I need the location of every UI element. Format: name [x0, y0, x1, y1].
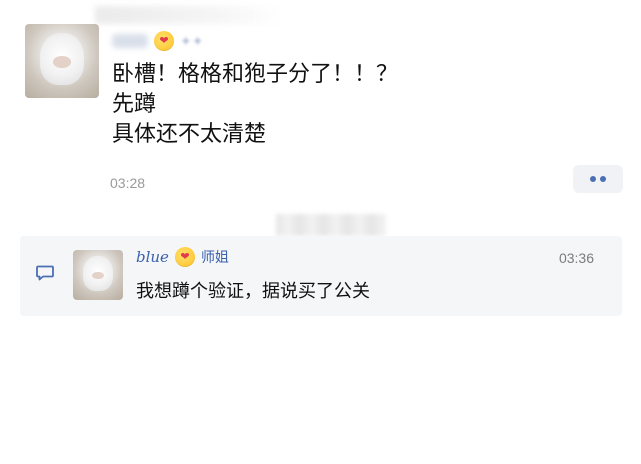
quoted-message-card[interactable]: blue ❤ 师姐 03:36 我想蹲个验证，据说买了公关: [20, 236, 622, 316]
sender-name[interactable]: blue: [136, 248, 169, 266]
message-2-text: 我想蹲个验证，据说买了公关: [136, 281, 370, 302]
message-1-time: 03:28: [110, 175, 146, 191]
message-1-line: 先蹲: [112, 92, 157, 117]
blurred-sender-title: ✦✦: [180, 32, 204, 49]
message-1-text: 卧槽！格格和狍子分了！！？ 先蹲 具体还不太清楚: [112, 60, 398, 150]
more-dots-icon: [590, 176, 596, 182]
sender-title: 师姐: [200, 250, 229, 266]
chat-screen: ❤ ✦✦ 卧槽！格格和狍子分了！！？ 先蹲 具体还不太清楚 03:28 blue…: [0, 0, 641, 464]
avatar[interactable]: [25, 24, 99, 98]
message-1-line: 卧槽！格格和狍子分了！！？: [112, 62, 399, 87]
message-2-time: 03:36: [558, 250, 594, 266]
more-options-button[interactable]: [573, 165, 623, 193]
blurred-system-text: [276, 214, 386, 236]
chat-bubble-icon: [36, 265, 54, 281]
message-1-header: ❤ ✦✦: [112, 30, 203, 52]
kiss-emoji-icon: ❤: [174, 247, 195, 267]
more-dots-icon: [600, 176, 606, 182]
blurred-sender-name: [112, 34, 148, 48]
kiss-emoji-icon: ❤: [154, 31, 174, 51]
message-2-header: blue ❤ 师姐: [136, 246, 229, 268]
message-1-line: 具体还不太清楚: [112, 122, 267, 147]
avatar[interactable]: [73, 250, 123, 300]
avatar-sheep-image: [39, 32, 85, 85]
avatar-sheep-image: [83, 256, 113, 291]
blurred-username-top: [95, 6, 285, 24]
